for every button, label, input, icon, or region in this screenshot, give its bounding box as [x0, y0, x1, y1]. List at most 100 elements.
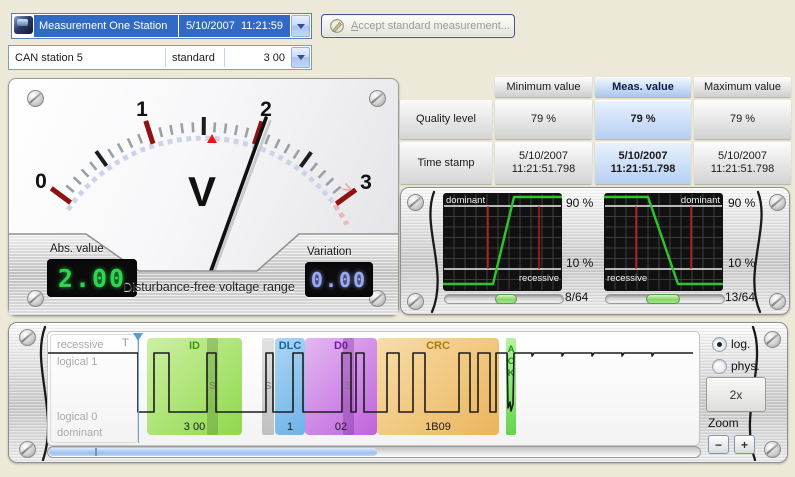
phys-radio-label[interactable]: phys. [731, 359, 760, 373]
station-select-value: Measurement One Station [34, 20, 178, 32]
trigger-cursor[interactable] [138, 334, 139, 443]
chevron-down-icon [297, 24, 305, 29]
stuff-bit: S [343, 338, 354, 435]
needle-shadow [212, 121, 270, 277]
timestamp-meas: 5/10/200711:21:51.798 [595, 142, 691, 184]
segment-crc-name: CRC [426, 340, 450, 352]
screw-icon [27, 290, 44, 307]
quality-min: 79 % [495, 100, 592, 139]
segment-id-name: ID [189, 340, 200, 352]
stats-table: Minimum value Meas. value Maximum value … [400, 77, 791, 184]
ack-letter: K [508, 368, 515, 380]
falling-edge-scope: dominant recessive [604, 193, 723, 291]
zoom-preset-button[interactable]: 2x [706, 377, 766, 412]
phys-radio[interactable] [712, 359, 727, 374]
screw-icon [369, 90, 386, 107]
gauge-caption: Disturbance-free voltage range [109, 280, 309, 294]
accept-icon [329, 18, 345, 34]
dominant-label: dominant [446, 195, 485, 206]
segment-id: ID 3 00 [147, 338, 242, 435]
scale-label-3: 3 [360, 171, 372, 194]
quality-meas: 79 % [595, 100, 691, 139]
measurement-window: Measurement One Station 5/10/2007 11:21:… [0, 0, 795, 477]
quality-max: 79 % [694, 100, 791, 139]
column-header-min: Minimum value [495, 77, 592, 97]
accept-standard-measurement-button[interactable]: Accept standard measurement... [321, 14, 515, 38]
segment-crc: CRC 1B09 [377, 338, 499, 435]
dominant-label: dominant [681, 195, 720, 206]
overflow-marker: > [339, 179, 355, 198]
lower-threshold-label: 10 % [728, 256, 764, 270]
screw-icon [769, 293, 786, 310]
rising-edge-slider[interactable] [444, 294, 564, 304]
zoom-label: Zoom [708, 416, 739, 430]
station-info-select[interactable]: CAN station 5 standard 3 00 [8, 45, 312, 70]
station-select-dropdown-button[interactable] [291, 15, 310, 37]
station-icon [14, 16, 33, 34]
timestamp-max: 5/10/200711:21:51.798 [694, 142, 791, 184]
recessive-label: recessive [607, 273, 647, 284]
screw-icon [407, 194, 424, 211]
frame-type: standard [166, 46, 224, 69]
rising-edge-counter: 8/64 [565, 290, 588, 304]
scale-label-1: 1 [136, 98, 148, 121]
scale-label-0: 0 [35, 170, 47, 193]
station-select-selection: Measurement One Station 5/10/2007 11:21:… [34, 15, 290, 37]
column-header-max: Maximum value [694, 77, 791, 97]
station-info-dropdown-button[interactable] [291, 47, 310, 68]
segment-dlc-value: 1 [287, 421, 293, 433]
recessive-label: recessive [519, 273, 559, 284]
ack-letter: C [508, 356, 515, 368]
station-select-timestamp: 5/10/2007 11:21:59 [179, 20, 290, 32]
ack-letter: A [508, 344, 515, 356]
screw-icon [27, 90, 44, 107]
falling-edge-slider[interactable] [605, 294, 725, 304]
logical0-level-label: logical 0 [57, 411, 97, 423]
scrollbar-thumb[interactable] [49, 448, 377, 456]
waveform-scrollbar[interactable] [47, 446, 701, 458]
variation-label: Variation [307, 246, 352, 258]
slider-thumb[interactable] [495, 294, 517, 304]
frame-viewer-panel: recessive logical 1 logical 0 dominant T… [8, 322, 788, 463]
abs-value-label: Abs. value [50, 243, 104, 255]
segment-ack: A C K [506, 338, 516, 435]
upper-threshold-label: 90 % [566, 196, 602, 210]
table-corner [400, 77, 492, 97]
screw-icon [19, 441, 36, 458]
station-name: CAN station 5 [9, 46, 165, 69]
row-label-quality: Quality level [400, 100, 492, 139]
trigger-marker-icon[interactable] [133, 333, 143, 341]
log-radio-label[interactable]: log. [731, 337, 750, 351]
accept-button-label: Accept standard measurement... [351, 20, 510, 32]
stuff-bit: S [207, 338, 218, 435]
segment-crc-value: 1B09 [425, 421, 451, 433]
dominant-level-label: dominant [57, 427, 102, 439]
station-select[interactable]: Measurement One Station 5/10/2007 11:21:… [11, 13, 312, 39]
frame-waveform-view: recessive logical 1 logical 0 dominant T… [47, 331, 700, 446]
chevron-down-icon [297, 55, 305, 60]
logical1-level-label: logical 1 [57, 356, 97, 368]
upper-threshold-label: 90 % [728, 196, 764, 210]
edge-scope-panel: dominant recessive 90 % 10 % 8/64 domina… [400, 187, 790, 315]
screw-icon [764, 441, 781, 458]
segment-d0: D0 02 [305, 338, 377, 435]
segment-dlc: DLC 1 [275, 338, 305, 435]
falling-edge-counter: 13/64 [725, 290, 755, 304]
trigger-label: T [122, 337, 129, 349]
unit-label: V [188, 168, 216, 215]
zoom-in-button[interactable]: + [734, 435, 755, 454]
rising-edge-scope: dominant recessive [443, 193, 562, 291]
recessive-level-label: recessive [57, 339, 103, 351]
lower-threshold-label: 10 % [566, 256, 602, 270]
variation-display: 0.00 [305, 262, 373, 297]
stuff-bit: S [262, 338, 274, 435]
log-radio[interactable] [712, 337, 727, 352]
timestamp-min: 5/10/200711:21:51.798 [495, 142, 592, 184]
level-labels: recessive logical 1 logical 0 dominant [50, 334, 138, 443]
screw-icon [764, 331, 781, 348]
row-label-timestamp: Time stamp [400, 142, 492, 184]
screw-icon [769, 194, 786, 211]
zoom-out-button[interactable]: − [708, 435, 729, 454]
scrollbar-position-tick [95, 448, 97, 456]
slider-thumb[interactable] [646, 294, 680, 304]
